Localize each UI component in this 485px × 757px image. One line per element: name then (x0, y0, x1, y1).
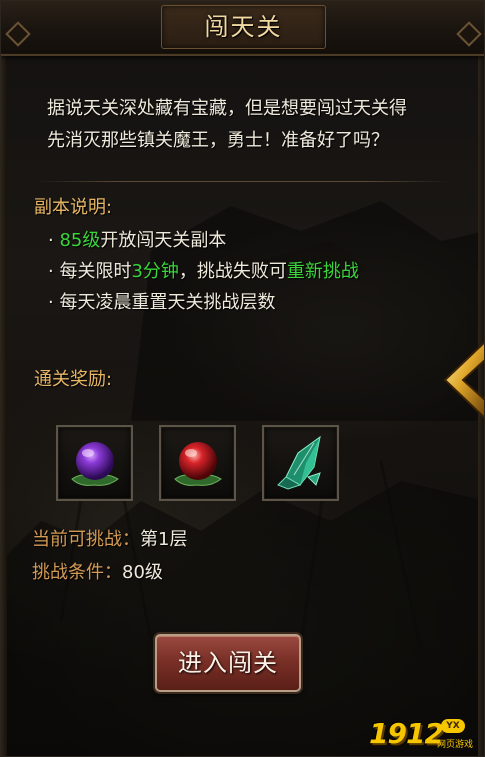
purple-orb-icon (71, 442, 119, 486)
reward-slot-2[interactable] (159, 425, 236, 501)
rule-text: 每天凌晨重置天关挑战层数 (59, 292, 276, 313)
watermark-subtitle: 网页游戏 (437, 740, 474, 750)
red-orb-icon (174, 442, 222, 486)
enter-dungeon-button[interactable]: 进入闯关 (155, 634, 301, 692)
reward-slot-3[interactable] (262, 425, 339, 501)
rule-text: 开放闯天关副本 (100, 230, 227, 251)
site-watermark: 1912 YX 网页游戏 (369, 717, 479, 751)
intro-text: 据说天关深处藏有宝藏，但是想要闯过天关得 先消灭那些镇关魔王，勇士！准备好了吗？ (47, 93, 457, 157)
rule-list: · 85级开放闯天关副本 · 每关限时3分钟，挑战失败可重新挑战 · 每天凌晨重… (48, 225, 468, 318)
bullet: · (48, 261, 54, 282)
current-stage-value: 第1层 (140, 529, 188, 550)
bullet: · (48, 230, 54, 251)
condition-value: 80级 (122, 562, 163, 583)
title-bar: 闯天关 (1, 1, 484, 56)
description-heading: 副本说明: (34, 197, 113, 218)
retry-text: 重新挑战 (286, 261, 359, 282)
bullet: · (48, 292, 54, 313)
divider (35, 181, 451, 182)
intro-line-2: 先消灭那些镇关魔王，勇士！准备好了吗？ (47, 130, 389, 151)
enter-dungeon-button-label: 进入闯关 (178, 649, 278, 677)
condition-line: 挑战条件：80级 (32, 558, 163, 584)
current-stage-line: 当前可挑战：第1层 (32, 525, 187, 551)
intro-line-1: 据说天关深处藏有宝藏，但是想要闯过天关得 (47, 98, 407, 119)
rule-text-middle: ，挑战失败可 (178, 261, 287, 282)
green-crystal-icon (277, 435, 321, 490)
rule-item-time-limit: · 每关限时3分钟，挑战失败可重新挑战 (48, 256, 468, 287)
rule-text-prefix: 每关限时 (59, 261, 132, 282)
chevron-left-icon[interactable] (441, 339, 485, 421)
watermark-badge: YX (441, 719, 465, 733)
rule-item-reset: · 每天凌晨重置天关挑战层数 (48, 287, 468, 318)
current-stage-label: 当前可挑战： (32, 529, 140, 550)
time-limit: 3分钟 (131, 261, 179, 282)
rewards-heading: 通关奖励: (34, 369, 113, 390)
rule-item-level: · 85级开放闯天关副本 (48, 225, 468, 256)
watermark-number: 1912 (369, 717, 444, 750)
window-title: 闯天关 (204, 13, 283, 41)
dungeon-panel: 闯天关 据说天关深处藏有宝藏，但是想要闯过天关得 先消灭那些镇关魔王，勇士！准备… (0, 0, 485, 757)
reward-slot-1[interactable] (56, 425, 133, 501)
condition-label: 挑战条件： (32, 562, 122, 583)
required-level: 85级 (59, 230, 101, 251)
frame-left (1, 56, 7, 756)
